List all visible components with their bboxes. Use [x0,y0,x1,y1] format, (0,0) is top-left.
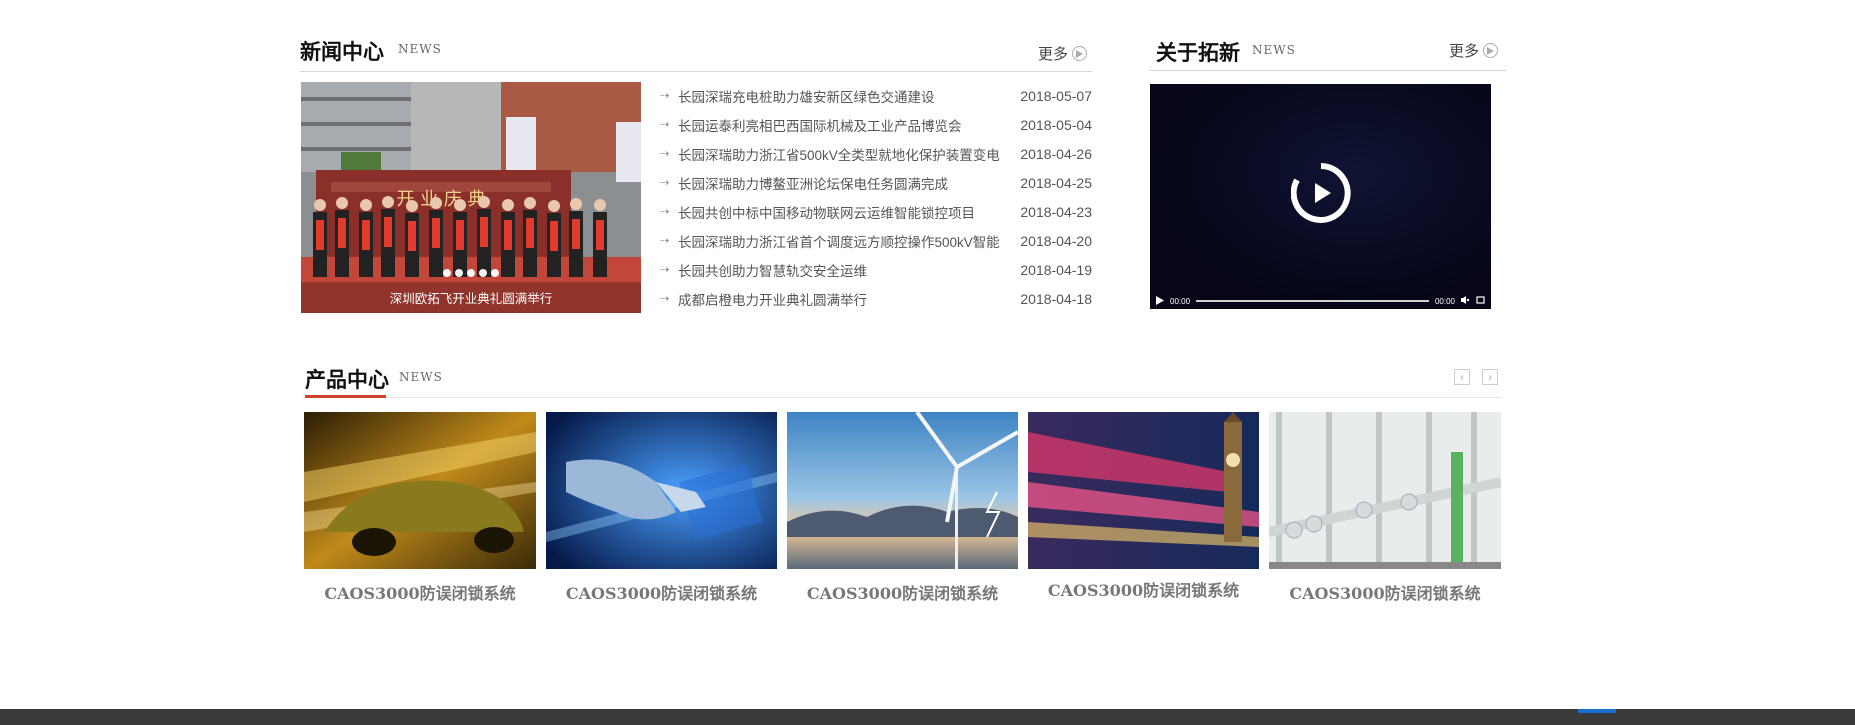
products-prev-button[interactable]: ‹ [1454,369,1470,385]
news-section-subtitle: NEWS [398,42,442,56]
news-item-date: 2018-04-25 [1020,174,1092,191]
news-item-title[interactable]: 长园深瑞助力博鳌亚洲论坛保电任务圆满完成 [678,173,1012,193]
about-section-subtitle: NEWS [1252,43,1296,57]
news-list: ⇢ 长园深瑞充电桩助力雄安新区绿色交通建设 2018-05-07 ⇢ 长园运泰利… [660,81,1092,313]
news-item-title[interactable]: 长园深瑞助力浙江省500kV全类型就地化保护装置变电 [678,144,1012,164]
news-item-date: 2018-04-26 [1020,145,1092,162]
product-caption: CAOS3000防误闭锁系统 [1289,584,1481,603]
news-item-date: 2018-04-18 [1020,290,1092,307]
slideshow-dot[interactable] [443,269,451,277]
list-item: ⇢ 长园深瑞助力博鳌亚洲论坛保电任务圆满完成 2018-04-25 [660,168,1092,197]
about-section-title: 关于拓新 [1156,41,1240,65]
bullet-arrow-icon: ⇢ [660,205,670,218]
product-card[interactable]: CAOS3000防误闭锁系统 [787,412,1018,632]
news-item-date: 2018-04-23 [1020,203,1092,220]
list-item: ⇢ 长园共创中标中国移动物联网云运维智能锁控项目 2018-04-23 [660,197,1092,226]
footer [0,709,1855,725]
slideshow-dot[interactable] [491,269,499,277]
news-item-title[interactable]: 成都启橙电力开业典礼圆满举行 [678,289,1012,309]
video-time-current: 00:00 [1170,296,1191,306]
list-item: ⇢ 长园深瑞充电桩助力雄安新区绿色交通建设 2018-05-07 [660,81,1092,110]
bullet-arrow-icon: ⇢ [660,263,670,276]
video-controls: 00:00 00:00 [1150,293,1491,309]
products-title-underline [305,395,386,398]
bullet-arrow-icon: ⇢ [660,292,670,305]
bullet-arrow-icon: ⇢ [660,234,670,247]
news-item-date: 2018-05-04 [1020,116,1092,133]
fullscreen-icon[interactable] [1476,296,1485,306]
play-button-icon[interactable] [1291,163,1351,223]
product-caption: CAOS3000防误闭锁系统 [565,584,758,603]
products-section-subtitle: NEWS [399,370,443,384]
product-image-robot-hand [546,412,777,569]
video-player[interactable]: 00:00 00:00 [1150,84,1491,309]
chevron-right-icon: › [1488,371,1492,383]
product-card[interactable]: CAOS3000防误闭锁系统 [304,412,536,632]
bullet-arrow-icon: ⇢ [660,176,670,189]
footer-accent-bar [1578,709,1616,713]
news-item-title[interactable]: 长园共创助力智慧轨交安全运维 [678,260,1012,280]
about-header-divider [1149,70,1506,71]
news-item-title[interactable]: 长园深瑞助力浙江省首个调度远方顺控操作500kV智能 [678,231,1012,251]
product-card[interactable]: CAOS3000防误闭锁系统 [1028,412,1259,632]
about-more-link[interactable]: 更多 [1449,40,1499,61]
news-item-date: 2018-04-20 [1020,232,1092,249]
news-item-title[interactable]: 长园深瑞充电桩助力雄安新区绿色交通建设 [678,86,1012,106]
ceremony-photo: 开 业 庆 典 [301,82,641,313]
list-item: ⇢ 成都启橙电力开业典礼圆满举行 2018-04-18 [660,284,1092,313]
products-next-button[interactable]: › [1482,369,1498,385]
product-caption: CAOS3000防误闭锁系统 [1047,581,1240,600]
play-icon[interactable] [1156,295,1164,307]
product-card[interactable]: CAOS3000防误闭锁系统 [546,412,777,632]
products-section-title: 产品中心 [305,368,389,392]
news-more-label: 更多 [1038,46,1069,63]
product-image-wind-turbine [787,412,1018,569]
product-image-substation [1269,412,1501,569]
slideshow-dot[interactable] [467,269,475,277]
news-header-divider [300,71,1092,72]
list-item: ⇢ 长园深瑞助力浙江省首个调度远方顺控操作500kV智能 2018-04-20 [660,226,1092,255]
slideshow-caption: 深圳欧拓飞开业典礼圆满举行 [389,292,553,306]
play-circle-icon [1072,46,1088,61]
bullet-arrow-icon: ⇢ [660,89,670,102]
news-slideshow[interactable]: 开 业 庆 典 深圳欧拓飞开业典礼圆满举行 [301,82,641,313]
news-more-link[interactable]: 更多 [1038,43,1088,64]
play-circle-icon [1483,43,1499,58]
bullet-arrow-icon: ⇢ [660,118,670,131]
list-item: ⇢ 长园运泰利亮相巴西国际机械及工业产品博览会 2018-05-04 [660,110,1092,139]
news-item-date: 2018-05-07 [1020,87,1092,104]
list-item: ⇢ 长园深瑞助力浙江省500kV全类型就地化保护装置变电 2018-04-26 [660,139,1092,168]
slideshow-dots [301,269,641,277]
product-image-london-bus [1028,412,1259,569]
volume-icon[interactable] [1461,296,1470,306]
news-item-date: 2018-04-19 [1020,261,1092,278]
slideshow-dot[interactable] [479,269,487,277]
news-item-title[interactable]: 长园共创中标中国移动物联网云运维智能锁控项目 [678,202,1012,222]
list-item: ⇢ 长园共创助力智慧轨交安全运维 2018-04-19 [660,255,1092,284]
video-time-total: 00:00 [1434,296,1455,306]
video-progress-bar[interactable] [1196,300,1429,302]
about-more-label: 更多 [1449,43,1480,60]
slideshow-dot[interactable] [455,269,463,277]
news-section-title: 新闻中心 [300,40,384,64]
product-caption: CAOS3000防误闭锁系统 [324,584,516,603]
product-caption: CAOS3000防误闭锁系统 [806,584,999,603]
news-item-title[interactable]: 长园运泰利亮相巴西国际机械及工业产品博览会 [678,115,1012,135]
chevron-left-icon: ‹ [1460,371,1464,383]
products-header-divider [303,397,1501,398]
product-card[interactable]: CAOS3000防误闭锁系统 [1269,412,1501,632]
bullet-arrow-icon: ⇢ [660,147,670,160]
product-image-sports-car [304,412,536,569]
